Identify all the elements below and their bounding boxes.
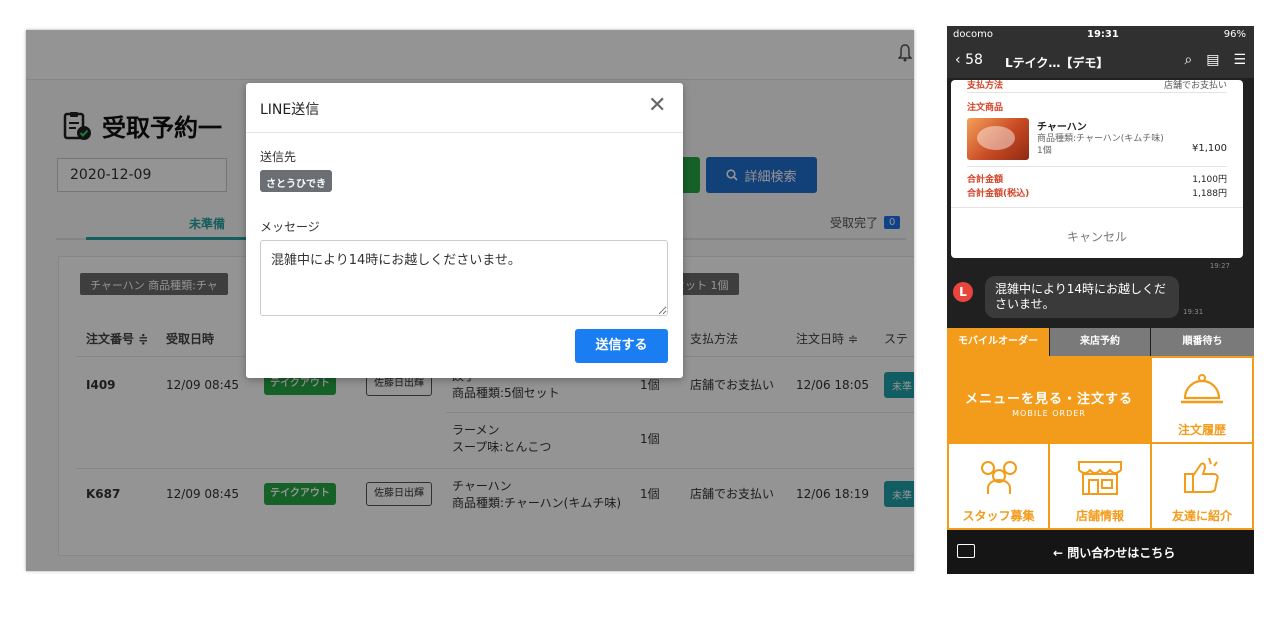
store-info-label: 店舗情報 [1075,509,1124,523]
staff-recruit-label: スタッフ募集 [962,509,1035,523]
card-divider [967,92,1227,93]
unread-count: 58 [965,52,983,68]
notes-icon[interactable]: ▤ [1206,52,1219,68]
payment-value: 店舗でお支払い [1163,81,1227,91]
card-divider [951,207,1243,208]
carrier-label: docomo [953,29,993,40]
order-message-card: 支払方法 店舗でお支払い 注文商品 チャーハン 商品種類:チャーハン(キムチ味)… [951,80,1243,258]
back-button[interactable]: ‹ 58 [955,52,983,68]
staff-group-icon [980,461,1017,494]
cloche-icon [1181,374,1223,404]
clock: 19:31 [1087,29,1119,40]
admin-panel: 受取予約一 2020-12-09 検索 詳細検索 未準備 受取完了 0 チャーハ… [26,30,914,571]
store-icon [1078,461,1122,495]
message-time: 19:27 [1209,262,1230,270]
message-time: 19:31 [1183,308,1204,316]
recipient-badge: さとうひでき [260,170,332,192]
tab-reservation[interactable]: 来店予約 [1050,328,1150,356]
card-item-type: 商品種類:チャーハン(キムチ味) [1037,134,1164,144]
order-history-label: 注文履歴 [1177,423,1226,437]
refer-friend-button[interactable]: 友達に紹介 [1152,444,1252,528]
payment-label: 支払方法 [967,81,1004,91]
store-info-button[interactable]: 店舗情報 [1050,444,1150,528]
card-item-price: ¥1,100 [1192,143,1227,154]
refer-friend-label: 友達に紹介 [1171,509,1232,523]
card-item-qty: 1個 [1037,146,1052,156]
status-bar: docomo 19:31 96% [947,26,1254,46]
avatar[interactable]: L [953,282,973,302]
header-icons: ⌕ ▤ ☰ [1184,52,1246,68]
cancel-button[interactable]: キャンセル [951,228,1243,245]
contact-link[interactable]: ← 問い合わせはこちら [1053,544,1175,561]
message-textarea[interactable] [260,240,668,316]
recipient-label: 送信先 [260,150,297,164]
battery-level: 96% [1223,29,1246,40]
menu-order-subtitle: MOBILE ORDER [1012,409,1086,418]
total-label: 合計金額 [967,175,1004,185]
keyboard-icon[interactable] [957,544,975,558]
order-history-button[interactable]: 注文履歴 [1152,358,1252,442]
total-tax-value: 1,188円 [1192,189,1227,199]
tab-mobile-order[interactable]: モバイルオーダー [947,328,1049,356]
rich-menu: メニューを見る・注文する MOBILE ORDER 注文履歴 スタッフ募集 店舗… [947,356,1254,530]
menu-order-title: メニューを見る・注文する [964,392,1133,407]
bottom-bar: ← 問い合わせはこちら [947,530,1254,574]
rich-menu-tabs: モバイルオーダー 来店予約 順番待ち [947,328,1254,356]
line-send-modal: LINE送信 ✕ 送信先 さとうひでき メッセージ 送信する [246,83,683,378]
modal-divider [246,132,683,133]
chat-header: ‹ 58 Lテイク…【デモ】 ⌕ ▤ ☰ [947,46,1254,78]
message-label: メッセージ [260,220,320,234]
thumbs-up-icon [1184,457,1219,493]
card-divider [967,166,1227,167]
search-icon[interactable]: ⌕ [1184,52,1192,68]
modal-title: LINE送信 [260,102,320,118]
menu-order-button[interactable]: メニューを見る・注文する MOBILE ORDER [949,358,1149,442]
ordered-items-label: 注文商品 [967,103,1004,113]
total-value: 1,100円 [1192,175,1227,185]
fried-rice-photo [967,118,1029,160]
tab-waiting[interactable]: 順番待ち [1151,328,1254,356]
total-tax-label: 合計金額(税込) [967,189,1030,199]
close-icon[interactable]: ✕ [648,95,666,117]
chat-title: Lテイク…【デモ】 [1005,56,1109,70]
menu-icon[interactable]: ☰ [1233,52,1246,68]
line-phone-screen: docomo 19:31 96% ‹ 58 Lテイク…【デモ】 ⌕ ▤ ☰ 支払… [947,26,1254,574]
chat-bubble: 混雑中により14時にお越しくださいませ。 [985,276,1179,318]
send-button[interactable]: 送信する [575,329,668,363]
staff-recruit-button[interactable]: スタッフ募集 [949,444,1048,528]
